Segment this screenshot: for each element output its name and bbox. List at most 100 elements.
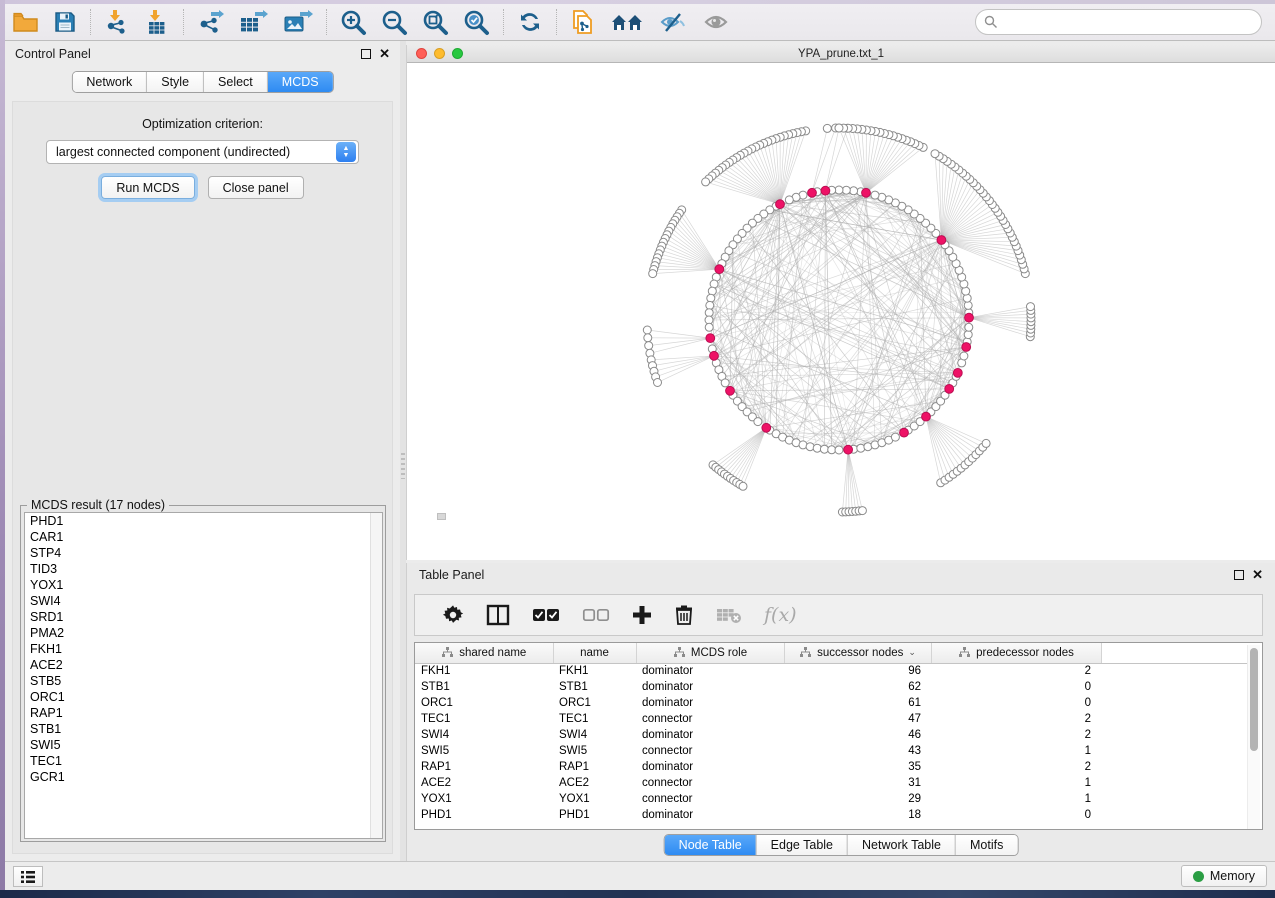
graph-leaf-node[interactable] (835, 124, 843, 132)
export-table-button[interactable] (232, 7, 276, 37)
open-button[interactable] (5, 7, 46, 37)
tab-node-table[interactable]: Node Table (665, 835, 756, 855)
column-header-successor-nodes[interactable]: successor nodes⌄ (784, 643, 931, 663)
export-network-button[interactable] (190, 7, 232, 37)
criterion-select[interactable]: largest connected component (undirected)… (46, 140, 359, 164)
graph-mcds-node[interactable] (821, 186, 830, 195)
graph-node[interactable] (964, 301, 972, 309)
graph-node[interactable] (965, 323, 973, 331)
run-mcds-button[interactable]: Run MCDS (101, 176, 194, 199)
create-column-button[interactable] (621, 598, 663, 632)
delete-columns-button[interactable] (663, 598, 705, 632)
search-field[interactable] (975, 9, 1262, 35)
memory-button[interactable]: Memory (1181, 865, 1267, 887)
table-row[interactable]: YOX1YOX1connector291 (415, 791, 1250, 807)
table-row[interactable]: ORC1ORC1dominator610 (415, 695, 1250, 711)
graph-node[interactable] (706, 301, 714, 309)
graph-node[interactable] (705, 323, 713, 331)
hide-selected-button[interactable] (651, 7, 695, 37)
table-row[interactable]: STB1STB1dominator620 (415, 679, 1250, 695)
mcds-result-item[interactable]: SWI5 (25, 737, 382, 753)
graph-leaf-node[interactable] (858, 507, 866, 515)
mcds-result-item[interactable]: PHD1 (25, 513, 382, 529)
table-row[interactable]: RAP1RAP1dominator352 (415, 759, 1250, 775)
column-header-name[interactable]: name (553, 643, 636, 663)
mcds-result-item[interactable]: PMA2 (25, 625, 382, 641)
graph-mcds-node[interactable] (953, 369, 962, 378)
table-scrollbar-thumb[interactable] (1250, 648, 1258, 751)
graph-node[interactable] (871, 191, 879, 199)
graph-mcds-node[interactable] (965, 313, 974, 322)
deselect-all-button[interactable] (571, 598, 621, 632)
refresh-button[interactable] (510, 7, 550, 37)
zoom-out-button[interactable] (374, 7, 415, 37)
tab-network[interactable]: Network (72, 72, 146, 92)
graph-node[interactable] (850, 187, 858, 195)
graph-node[interactable] (960, 352, 968, 360)
graph-node[interactable] (828, 446, 836, 454)
close-panel-icon[interactable]: ✕ (379, 49, 390, 59)
import-network-button[interactable] (97, 7, 137, 37)
column-header-shared-name[interactable]: shared name (415, 643, 553, 663)
zoom-fit-button[interactable] (415, 7, 456, 37)
zoom-selected-button[interactable] (456, 7, 497, 37)
graph-mcds-node[interactable] (710, 351, 719, 360)
table-row[interactable]: FKH1FKH1dominator962 (415, 663, 1250, 679)
graph-mcds-node[interactable] (945, 385, 954, 394)
mcds-result-item[interactable]: RAP1 (25, 705, 382, 721)
graph-leaf-node[interactable] (654, 379, 662, 387)
graph-node[interactable] (705, 316, 713, 324)
table-settings-button[interactable] (431, 598, 475, 632)
network-window-titlebar[interactable]: YPA_prune.txt_1 (407, 45, 1275, 63)
export-image-button[interactable] (276, 7, 320, 37)
mcds-result-item[interactable]: TID3 (25, 561, 382, 577)
save-button[interactable] (46, 7, 84, 37)
mcds-result-item[interactable]: SWI4 (25, 593, 382, 609)
graph-leaf-node[interactable] (702, 178, 710, 186)
graph-mcds-node[interactable] (844, 445, 853, 454)
close-panel-button[interactable]: Close panel (208, 176, 304, 199)
mcds-result-item[interactable]: TEC1 (25, 753, 382, 769)
automation-panel-button[interactable] (13, 866, 43, 887)
graph-mcds-node[interactable] (937, 236, 946, 245)
graph-node[interactable] (813, 444, 821, 452)
tab-motifs[interactable]: Motifs (955, 835, 1017, 855)
tab-network-table[interactable]: Network Table (847, 835, 955, 855)
close-table-panel-icon[interactable]: ✕ (1252, 570, 1263, 580)
clone-network-button[interactable] (563, 7, 603, 37)
graph-node[interactable] (705, 309, 713, 317)
float-table-panel-icon[interactable] (1234, 570, 1244, 580)
mcds-result-list[interactable]: PHD1CAR1STP4TID3YOX1SWI4SRD1PMA2FKH1ACE2… (24, 512, 383, 839)
graph-mcds-node[interactable] (715, 265, 724, 274)
graph-leaf-node[interactable] (645, 342, 653, 350)
graph-node[interactable] (835, 446, 843, 454)
graph-leaf-node[interactable] (649, 270, 657, 278)
graph-node[interactable] (964, 331, 972, 339)
graph-node[interactable] (707, 294, 715, 302)
graph-node[interactable] (891, 433, 899, 441)
graph-leaf-node[interactable] (1027, 303, 1035, 311)
search-input[interactable] (1003, 15, 1253, 29)
graph-mcds-node[interactable] (922, 412, 931, 421)
import-table-button[interactable] (137, 7, 177, 37)
graph-mcds-node[interactable] (762, 423, 771, 432)
graph-node[interactable] (785, 196, 793, 204)
graph-mcds-node[interactable] (862, 188, 871, 197)
graph-leaf-node[interactable] (823, 124, 831, 132)
select-all-button[interactable] (521, 598, 571, 632)
table-scrollbar[interactable] (1247, 645, 1260, 829)
mcds-result-item[interactable]: YOX1 (25, 577, 382, 593)
mcds-result-item[interactable]: STB1 (25, 721, 382, 737)
table-row[interactable]: SWI4SWI4dominator462 (415, 727, 1250, 743)
graph-leaf-node[interactable] (982, 439, 990, 447)
table-row[interactable]: PHD1PHD1dominator180 (415, 807, 1250, 823)
node-table[interactable]: shared namenameMCDS rolesuccessor nodes⌄… (414, 642, 1263, 830)
column-header-predecessor-nodes[interactable]: predecessor nodes (931, 643, 1101, 663)
table-row[interactable]: SWI5SWI5connector431 (415, 743, 1250, 759)
graph-node[interactable] (835, 186, 843, 194)
graph-mcds-node[interactable] (900, 428, 909, 437)
mcds-result-item[interactable]: GCR1 (25, 769, 382, 785)
first-neighbors-button[interactable] (603, 7, 651, 37)
tab-mcds[interactable]: MCDS (267, 72, 333, 92)
zoom-in-button[interactable] (333, 7, 374, 37)
